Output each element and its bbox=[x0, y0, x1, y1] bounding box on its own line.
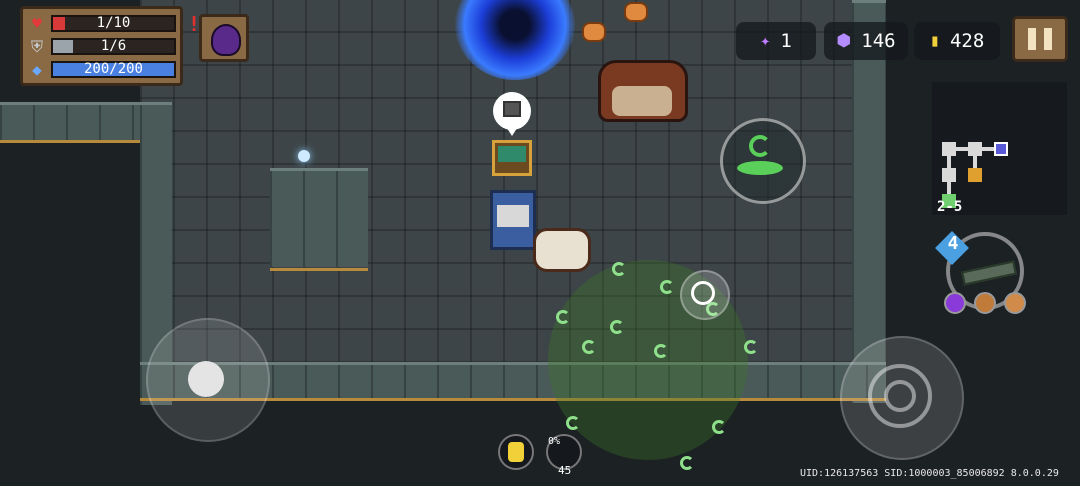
status-panel: ♥ 1/10 ⛨ 1/6 ◆ 200/200 bbox=[20, 6, 183, 86]
armor-bar: 1/6 bbox=[51, 38, 176, 55]
vending-screen bbox=[497, 205, 529, 227]
poison-swirl bbox=[582, 340, 596, 354]
gem-icon: ⬢ bbox=[836, 31, 852, 51]
poison-swirl bbox=[566, 416, 580, 430]
orange-gem-icon bbox=[974, 292, 996, 314]
armor-text: 1/6 bbox=[100, 38, 127, 54]
ore-chunk bbox=[582, 22, 606, 42]
minimap-room bbox=[968, 142, 982, 156]
chest-lid bbox=[498, 146, 526, 162]
poison-swirl bbox=[610, 320, 624, 334]
minimap-corridor bbox=[956, 147, 968, 151]
interaction-bubble-tail bbox=[503, 122, 521, 136]
uid-text: UID:126137563 SID:1000003_85006892 8.0.0… bbox=[800, 468, 1059, 479]
gold-count: 428 bbox=[949, 30, 985, 52]
pillar bbox=[270, 168, 368, 267]
chest-hint-icon bbox=[503, 101, 521, 117]
minimap-corridor bbox=[973, 156, 977, 168]
pause-bar-icon bbox=[1044, 28, 1052, 50]
health-text: 1/10 bbox=[96, 15, 131, 31]
skill-count: 45 bbox=[558, 464, 572, 477]
shard-count: 1 bbox=[780, 30, 792, 52]
gold-counter: ▮ 428 bbox=[914, 22, 1000, 60]
joystick-knob[interactable] bbox=[188, 361, 224, 397]
crosshair-inner bbox=[884, 380, 916, 412]
energy-orb bbox=[298, 150, 310, 162]
armor-row: ⛨ 1/6 bbox=[27, 35, 176, 58]
purple-gem-icon bbox=[944, 292, 966, 314]
minimap-corridor bbox=[947, 156, 951, 168]
shard-counter: ✦ 1 bbox=[736, 22, 816, 60]
energy-text: 200/200 bbox=[83, 61, 143, 77]
pause-button[interactable] bbox=[1012, 16, 1068, 62]
skill-cooldown-percent: 0% bbox=[548, 436, 561, 447]
gem-count: 146 bbox=[861, 30, 896, 52]
minimap-room bbox=[942, 142, 956, 156]
gem-counter: ⬢ 146 bbox=[824, 22, 908, 60]
emote-button[interactable] bbox=[680, 270, 730, 320]
attack-button[interactable] bbox=[840, 336, 964, 460]
poison-swirl bbox=[556, 310, 570, 324]
poison-swirl bbox=[744, 340, 758, 354]
minimap-chest-room bbox=[968, 168, 982, 182]
rifle-icon bbox=[961, 260, 1017, 286]
shield-icon: ⛨ bbox=[30, 36, 43, 56]
minimap-room bbox=[942, 168, 956, 182]
heart-icon: ♥ bbox=[32, 14, 42, 33]
pause-bar-icon bbox=[1028, 28, 1036, 50]
skill-button[interactable] bbox=[720, 118, 806, 204]
minimap-corridor bbox=[947, 182, 951, 194]
level-label: 2-5 bbox=[937, 199, 963, 215]
pillar-ledge bbox=[270, 268, 368, 271]
player-character bbox=[533, 228, 591, 272]
orange-gem-icon bbox=[1004, 292, 1026, 314]
minimap[interactable]: 2-5 bbox=[932, 82, 1067, 215]
ore-chunk bbox=[624, 2, 648, 22]
green-swirl-icon bbox=[749, 135, 771, 157]
energy-row: ◆ 200/200 bbox=[27, 58, 176, 81]
boss-face bbox=[612, 86, 672, 116]
gold-item-icon bbox=[508, 442, 524, 462]
health-bar: 1/10 bbox=[51, 15, 176, 32]
item-slot-gold[interactable] bbox=[498, 434, 534, 470]
left-ledge bbox=[0, 140, 140, 143]
minimap-corridor bbox=[982, 147, 994, 151]
smiley-icon bbox=[691, 281, 715, 305]
energy-bar: 200/200 bbox=[51, 61, 176, 78]
gold-coin-icon: ▮ bbox=[929, 31, 940, 51]
dark-creature-icon bbox=[211, 24, 241, 56]
health-row: ♥ 1/10 bbox=[27, 12, 176, 35]
diamond-icon: ◆ bbox=[32, 60, 42, 79]
poison-swirl bbox=[660, 280, 674, 294]
poison-swirl bbox=[654, 344, 668, 358]
poison-swirl bbox=[680, 456, 694, 470]
energy-cost-value: 4 bbox=[947, 233, 959, 254]
purple-shard-icon: ✦ bbox=[760, 31, 771, 51]
green-pool-icon bbox=[737, 161, 783, 175]
minimap-boss-room bbox=[994, 142, 1008, 156]
poison-swirl bbox=[712, 420, 726, 434]
poison-swirl bbox=[612, 262, 626, 276]
buff-slot[interactable] bbox=[199, 14, 249, 62]
